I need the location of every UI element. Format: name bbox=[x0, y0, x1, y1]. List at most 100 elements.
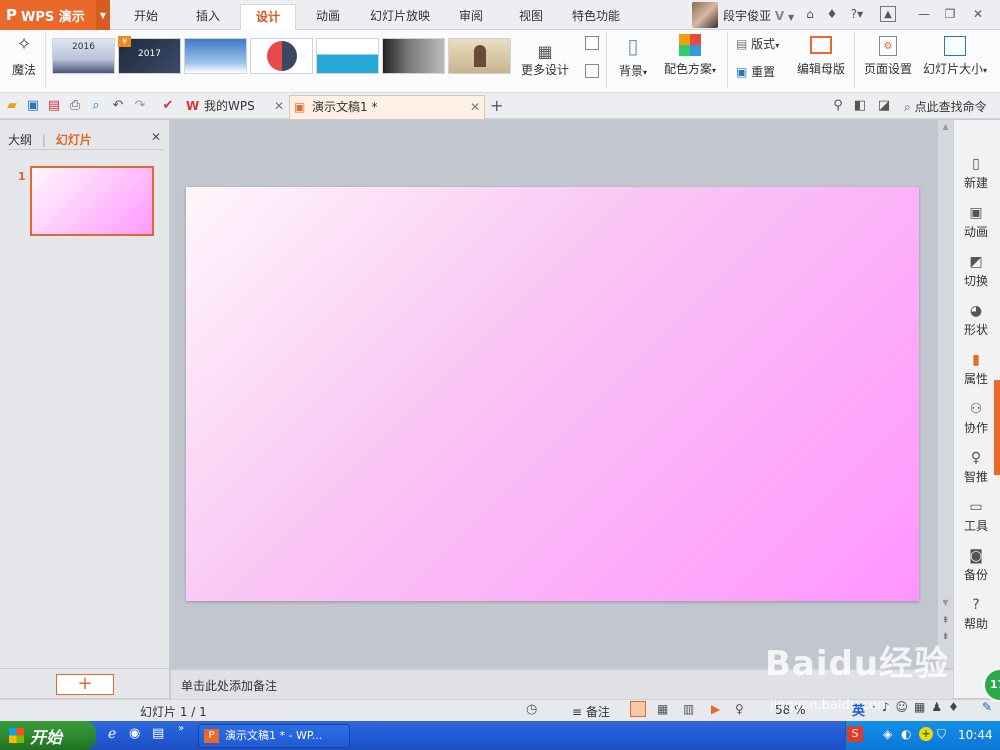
quicklaunch-more-icon[interactable]: » bbox=[178, 723, 184, 734]
ie-icon[interactable]: ℯ bbox=[108, 726, 116, 742]
close-panel-icon[interactable]: ✕ bbox=[151, 130, 161, 144]
desktop-icon[interactable]: ▤ bbox=[152, 726, 164, 741]
theme-thumbnail-5[interactable] bbox=[316, 38, 379, 74]
tab-design[interactable]: 设计 bbox=[240, 4, 296, 30]
scroll-up-icon[interactable]: ▲ bbox=[939, 122, 952, 134]
wrench-icon[interactable]: ✎ bbox=[982, 700, 992, 714]
tab-insert[interactable]: 插入 bbox=[180, 4, 236, 30]
sidebar-tools[interactable]: ▭ 工具 bbox=[953, 497, 999, 543]
help-icon: ? bbox=[972, 597, 980, 613]
skin-icon[interactable]: ⌂ bbox=[802, 6, 818, 22]
minimize-ribbon-icon[interactable]: ▲ bbox=[880, 6, 896, 22]
tab-slides[interactable]: 幻灯片 bbox=[56, 133, 92, 147]
new-tab-icon[interactable]: + bbox=[490, 96, 503, 115]
sidebar-help[interactable]: ? 帮助 bbox=[953, 595, 999, 641]
sidebar-animation[interactable]: ▣ 动画 bbox=[953, 203, 999, 249]
design-panel-icon[interactable] bbox=[585, 36, 599, 50]
sidebar-new[interactable]: ▯ 新建 bbox=[953, 154, 999, 200]
save-icon[interactable]: ▣ bbox=[25, 98, 41, 114]
history-icon[interactable]: ◷ bbox=[526, 702, 537, 717]
avatar[interactable] bbox=[692, 2, 718, 28]
page-setup-button[interactable]: ⚙ 页面设置 bbox=[862, 34, 914, 77]
color-scheme-button[interactable]: 配色方案▾ bbox=[660, 34, 720, 77]
slideshow-icon[interactable]: ▶ bbox=[711, 702, 720, 716]
slide-canvas[interactable] bbox=[186, 187, 919, 601]
slide-size-button[interactable]: 幻灯片大小▾ bbox=[920, 34, 990, 77]
prev-slide-icon[interactable]: ⇞ bbox=[939, 616, 952, 628]
tool-icon-1[interactable]: ⚲ bbox=[830, 98, 846, 114]
export-pdf-icon[interactable]: ▤ bbox=[46, 98, 62, 114]
sidebar-backup[interactable]: ◙ 备份 bbox=[953, 546, 999, 592]
property-icon: ▮ bbox=[972, 352, 980, 368]
ime-toolbar-icons[interactable]: ·♪☺▦♟♦ bbox=[872, 700, 965, 714]
app-logo-label: WPS 演示 bbox=[21, 9, 85, 25]
sidebar-transition[interactable]: ◩ 切换 bbox=[953, 252, 999, 298]
theme-thumbnail-1[interactable]: 2016 bbox=[52, 38, 115, 74]
close-tab-icon[interactable]: ✕ bbox=[274, 95, 284, 117]
tab-animation[interactable]: 动画 bbox=[300, 4, 356, 30]
help-menu-icon[interactable]: ?▾ bbox=[846, 6, 868, 22]
sidebar-collapse-handle[interactable] bbox=[994, 380, 1000, 475]
app-menu-dropdown-icon[interactable]: ▼ bbox=[96, 0, 110, 30]
tab-view[interactable]: 视图 bbox=[504, 4, 558, 30]
theme-thumbnail-6[interactable] bbox=[382, 38, 445, 74]
close-tab-icon[interactable]: ✕ bbox=[470, 96, 480, 118]
app-menu-button[interactable]: P WPS 演示 bbox=[0, 0, 96, 30]
taskbar-window-button[interactable]: P 演示文稿1 * - WP... bbox=[198, 724, 350, 748]
redo-icon[interactable]: ↷ bbox=[132, 98, 148, 114]
tab-my-wps[interactable]: W 我的WPS ✕ bbox=[182, 95, 288, 119]
media-icon[interactable]: ◉ bbox=[129, 726, 140, 741]
ime-indicator[interactable]: 英 bbox=[852, 700, 865, 719]
tab-slideshow[interactable]: 幻灯片放映 bbox=[362, 4, 438, 30]
volume-icon[interactable]: ◐ bbox=[901, 727, 911, 741]
open-icon[interactable]: ▰ bbox=[4, 98, 20, 114]
minimize-icon[interactable]: — bbox=[916, 6, 932, 22]
tab-review[interactable]: 审阅 bbox=[444, 4, 498, 30]
theme-thumbnail-3[interactable] bbox=[184, 38, 247, 74]
tab-document[interactable]: ▣ 演示文稿1 * ✕ bbox=[289, 95, 485, 119]
tool-icon-3[interactable]: ◪ bbox=[876, 98, 892, 114]
command-search[interactable]: ⌕ 点此查找命令 bbox=[904, 98, 987, 115]
shirt-icon[interactable]: ♦ bbox=[824, 6, 840, 22]
tool-icon-2[interactable]: ◧ bbox=[852, 98, 868, 114]
tab-special[interactable]: 特色功能 bbox=[562, 4, 630, 30]
start-button[interactable]: 开始 bbox=[0, 721, 96, 750]
theme-thumbnail-7[interactable] bbox=[448, 38, 511, 74]
print-preview-icon[interactable]: ⌕ bbox=[88, 98, 104, 114]
scroll-down-icon[interactable]: ▼ bbox=[939, 598, 952, 610]
vertical-scrollbar[interactable] bbox=[938, 120, 953, 668]
tab-home[interactable]: 开始 bbox=[118, 4, 174, 30]
sorter-view-icon[interactable]: ▦ bbox=[657, 702, 668, 716]
wps-logo-icon: P bbox=[6, 6, 17, 24]
shield-icon[interactable]: ⛉ bbox=[937, 727, 946, 742]
background-button[interactable]: ▯ 背景▾ bbox=[614, 34, 652, 79]
magic-button[interactable]: ✧ 魔法 bbox=[8, 34, 40, 78]
notes-toggle[interactable]: ≡ 备注 bbox=[572, 703, 610, 720]
print-icon[interactable]: ⎙ bbox=[67, 98, 83, 114]
user-name[interactable]: 段宇俊亚 V ▼ bbox=[723, 7, 794, 24]
security-icon[interactable]: + bbox=[919, 727, 933, 741]
add-slide-button[interactable]: + bbox=[56, 674, 114, 695]
reset-button[interactable]: ▣ 重置 bbox=[736, 63, 775, 80]
undo-icon[interactable]: ↶ bbox=[110, 98, 126, 114]
reset-icon: ▣ bbox=[736, 65, 748, 79]
theme-thumbnail-4[interactable] bbox=[250, 38, 313, 74]
more-design-button[interactable]: ▦ 更多设计 bbox=[514, 36, 576, 78]
sidebar-collab[interactable]: ⚇ 协作 bbox=[953, 399, 999, 445]
sidebar-property[interactable]: ▮ 属性 bbox=[953, 350, 999, 396]
reading-view-icon[interactable]: ▥ bbox=[683, 702, 694, 716]
sidebar-recommend[interactable]: ♀ 智推 bbox=[953, 448, 999, 494]
normal-view-icon[interactable] bbox=[630, 701, 646, 717]
sogou-icon[interactable]: S bbox=[847, 726, 863, 742]
restore-icon[interactable]: ❐ bbox=[942, 6, 958, 22]
slide-thumbnail[interactable] bbox=[30, 166, 154, 236]
customize-icon[interactable]: ✔ bbox=[160, 98, 176, 114]
design-list-icon[interactable] bbox=[585, 64, 599, 78]
sidebar-shape[interactable]: ◕ 形状 bbox=[953, 301, 999, 347]
tab-outline[interactable]: 大纲 bbox=[8, 133, 32, 147]
network-icon[interactable]: ◈ bbox=[883, 727, 892, 741]
close-icon[interactable]: ✕ bbox=[970, 6, 986, 22]
layout-button[interactable]: ▤ 版式▾ bbox=[736, 35, 779, 52]
pin-icon[interactable]: ♀ bbox=[735, 702, 744, 716]
edit-master-button[interactable]: 编辑母版 bbox=[795, 34, 847, 77]
